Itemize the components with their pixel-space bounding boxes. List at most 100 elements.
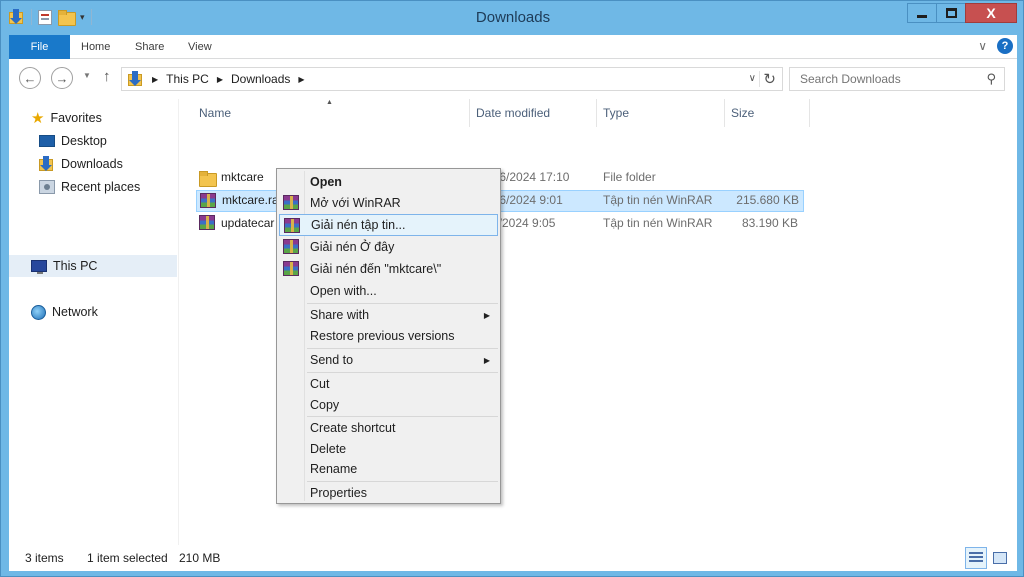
menu-item-send-to[interactable]: Send to ▶	[279, 349, 498, 371]
navigation-bar: ← → ▼ ↑ ▶ This PC ▶ Downloads ▶ ∨ ↻ ⚲	[9, 65, 1017, 91]
file-name: mktcare.rar	[222, 193, 283, 207]
title-bar[interactable]: ▾ Downloads X	[1, 1, 1024, 35]
menu-item-share-with[interactable]: Share with ▶	[279, 304, 498, 326]
winrar-icon	[284, 218, 300, 233]
submenu-arrow-icon: ▶	[483, 355, 490, 365]
sidebar-item-network[interactable]: Network	[9, 301, 177, 323]
recent-places-icon	[39, 180, 55, 194]
tab-file[interactable]: File	[9, 35, 70, 59]
large-icons-view-button[interactable]	[989, 547, 1011, 569]
menu-item-label: Giải nén tập tin...	[311, 218, 406, 232]
large-icons-view-icon	[993, 552, 1007, 564]
sidebar-item-this-pc[interactable]: This PC	[9, 255, 177, 277]
menu-item-properties[interactable]: Properties	[279, 482, 498, 504]
forward-icon: →	[55, 70, 69, 86]
file-type: Tập tin nén WinRAR	[603, 216, 713, 230]
back-button[interactable]: ←	[19, 67, 41, 89]
status-selected-count: 1 item selected	[87, 551, 168, 565]
menu-item-open-with-winrar[interactable]: Mở với WinRAR	[279, 192, 498, 214]
breadcrumb-chevron-icon[interactable]: ▶	[217, 75, 223, 84]
menu-item-restore-previous-versions[interactable]: Restore previous versions	[279, 325, 498, 347]
breadcrumb-chevron-icon[interactable]: ▶	[152, 75, 158, 84]
menu-item-label: Restore previous versions	[310, 329, 455, 343]
menu-item-extract-files[interactable]: Giải nén tập tin...	[279, 214, 498, 236]
menu-item-label: Mở với WinRAR	[310, 196, 401, 210]
breadcrumb-this-pc[interactable]: This PC	[166, 72, 209, 86]
folder-icon	[199, 171, 217, 187]
menu-item-label: Giải nén đến "mktcare\"	[310, 262, 442, 276]
ribbon: File Home Share View ∨ ?	[9, 35, 1017, 59]
column-header-name[interactable]: Name	[193, 99, 469, 127]
menu-item-open[interactable]: Open	[279, 171, 498, 193]
column-header-size[interactable]: Size	[725, 99, 809, 127]
menu-item-label: Create shortcut	[310, 421, 396, 435]
search-box[interactable]: ⚲	[789, 67, 1005, 91]
address-bar[interactable]: ▶ This PC ▶ Downloads ▶ ∨ ↻	[121, 67, 783, 91]
tab-home[interactable]: Home	[81, 41, 110, 53]
menu-item-label: Share with	[310, 308, 370, 322]
menu-item-extract-here[interactable]: Giải nén Ở đây	[279, 236, 498, 258]
downloads-folder-icon	[128, 71, 144, 87]
file-name: mktcare	[221, 170, 264, 184]
search-icon[interactable]: ⚲	[986, 71, 996, 87]
sidebar-item-label: Network	[52, 305, 98, 319]
close-icon: X	[986, 5, 996, 21]
search-input[interactable]	[798, 71, 978, 87]
explorer-window: ▾ Downloads X File Home Share View ∨ ? ←…	[0, 0, 1024, 577]
status-bar: 3 items 1 item selected 210 MB	[9, 545, 1017, 571]
breadcrumb-chevron-icon[interactable]: ▶	[298, 75, 304, 84]
minimize-icon	[917, 14, 927, 18]
winrar-archive-icon	[200, 193, 216, 208]
sidebar-item-label: Desktop	[61, 134, 107, 148]
sidebar-item-desktop[interactable]: Desktop	[9, 130, 177, 152]
sidebar-item-favorites[interactable]: ★ Favorites	[9, 107, 177, 129]
column-header-type[interactable]: Type	[597, 99, 724, 127]
file-size: 215.680 KB	[736, 193, 799, 207]
recent-locations-dropdown-icon[interactable]: ▼	[83, 71, 91, 80]
menu-item-label: Copy	[310, 398, 340, 412]
breadcrumb: ▶ This PC ▶ Downloads ▶	[122, 71, 305, 87]
sidebar-item-downloads[interactable]: Downloads	[9, 153, 177, 175]
file-type: Tập tin nén WinRAR	[603, 193, 713, 207]
menu-item-label: Send to	[310, 353, 354, 367]
menu-item-label: Giải nén Ở đây	[310, 240, 395, 254]
window-body: File Home Share View ∨ ? ← → ▼ ↑ ▶ This …	[9, 35, 1017, 571]
menu-item-label: Open with...	[310, 284, 377, 298]
maximize-button[interactable]	[936, 3, 966, 23]
menu-item-open-with[interactable]: Open with...	[279, 280, 498, 302]
sidebar-item-label: Recent places	[61, 180, 141, 194]
tab-share[interactable]: Share	[135, 41, 164, 53]
close-button[interactable]: X	[965, 3, 1017, 23]
winrar-icon	[283, 261, 299, 276]
menu-item-extract-to-folder[interactable]: Giải nén đến "mktcare\"	[279, 258, 498, 280]
status-item-count: 3 items	[25, 551, 64, 565]
forward-button[interactable]: →	[51, 67, 73, 89]
menu-item-label: Rename	[310, 462, 358, 476]
menu-item-label: Delete	[310, 442, 347, 456]
back-icon: ←	[23, 70, 37, 86]
menu-item-label: Cut	[310, 377, 330, 391]
expand-ribbon-icon[interactable]: ∨	[978, 39, 987, 53]
menu-item-delete[interactable]: Delete	[279, 438, 498, 460]
menu-item-rename[interactable]: Rename	[279, 458, 498, 480]
details-view-button[interactable]	[965, 547, 987, 569]
window-controls: X	[907, 3, 1017, 23]
column-divider[interactable]	[809, 99, 810, 127]
computer-icon	[31, 260, 47, 274]
minimize-button[interactable]	[907, 3, 937, 23]
column-header-date-modified[interactable]: Date modified	[470, 99, 596, 127]
up-button[interactable]: ↑	[103, 68, 111, 85]
ribbon-right-controls: ∨ ?	[978, 38, 1013, 54]
menu-item-cut[interactable]: Cut	[279, 373, 498, 395]
breadcrumb-downloads[interactable]: Downloads	[231, 72, 290, 86]
file-date: 6/2024 9:05	[492, 216, 556, 230]
address-dropdown-icon[interactable]: ∨	[749, 73, 756, 84]
refresh-icon[interactable]: ↻	[763, 70, 776, 88]
tab-view[interactable]: View	[188, 41, 212, 53]
sidebar-item-recent-places[interactable]: Recent places	[9, 176, 177, 198]
maximize-icon	[945, 8, 957, 18]
help-icon[interactable]: ?	[997, 38, 1013, 54]
desktop-icon	[39, 135, 55, 147]
menu-item-copy[interactable]: Copy	[279, 394, 498, 416]
menu-item-create-shortcut[interactable]: Create shortcut	[279, 417, 498, 439]
